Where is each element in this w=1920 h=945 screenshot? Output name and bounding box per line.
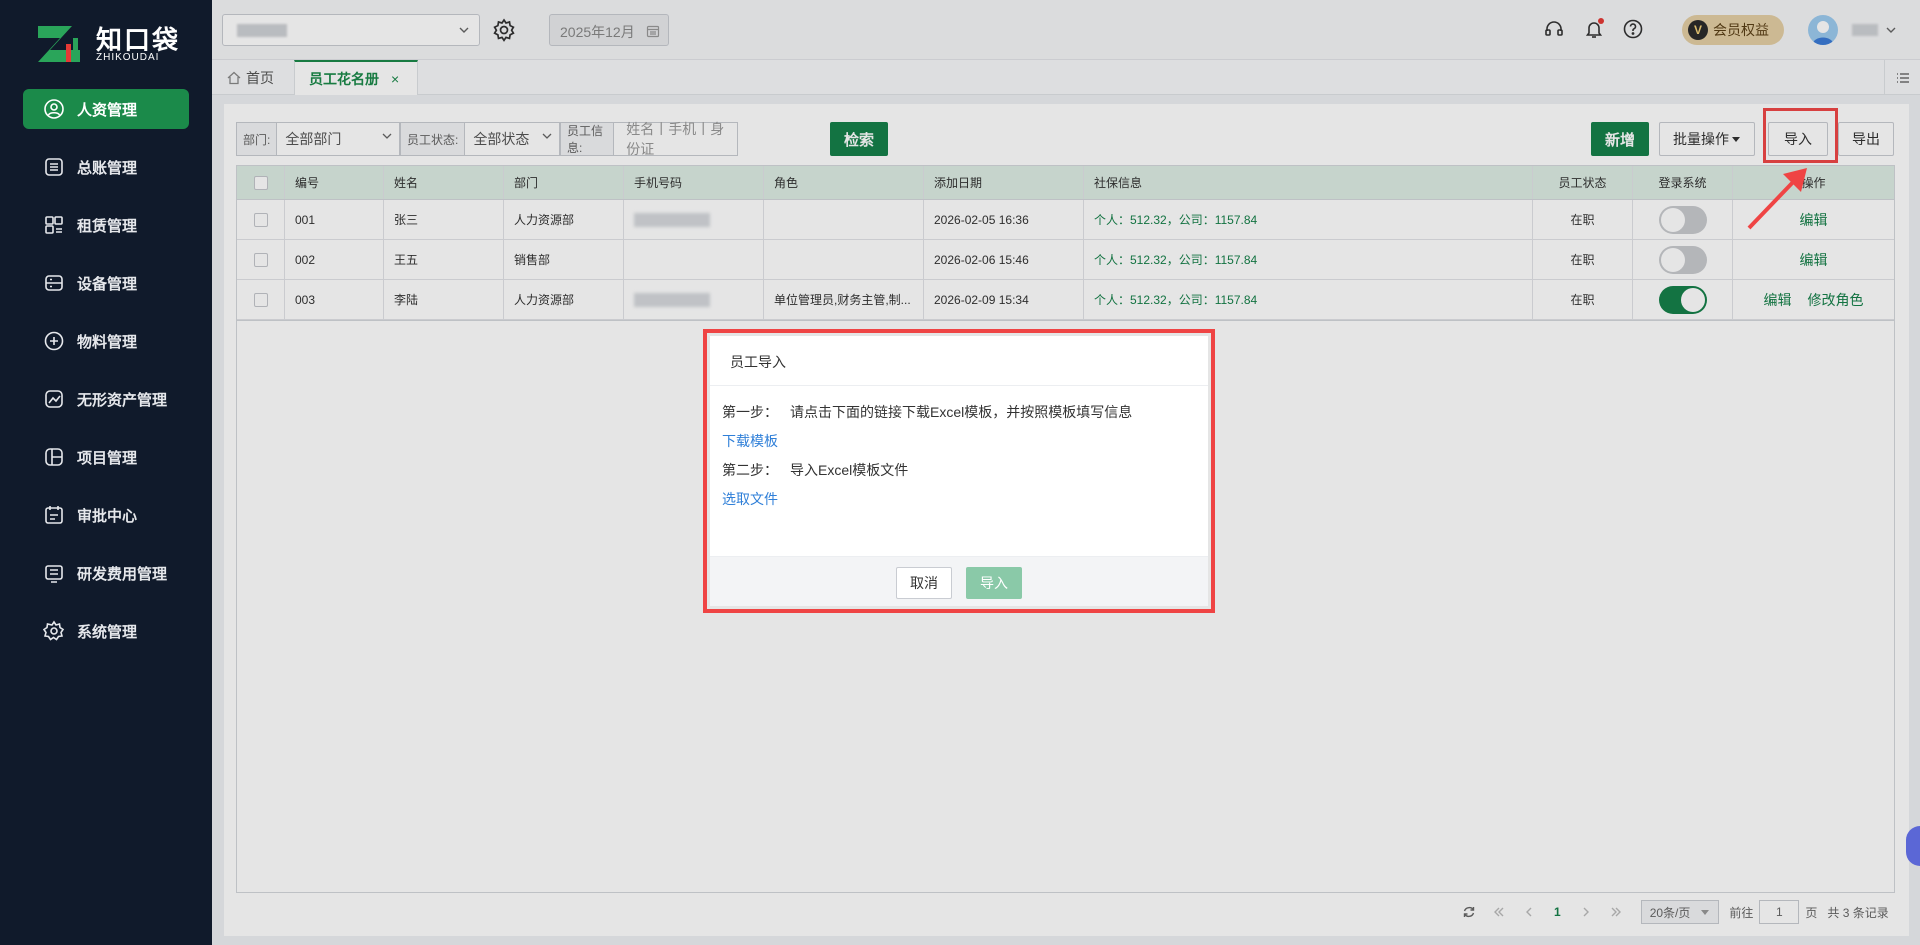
sidebar-item-system[interactable]: 系统管理 — [23, 611, 189, 651]
sidebar-item-label: 总账管理 — [77, 159, 138, 177]
user-circle-icon — [43, 98, 65, 120]
approval-icon — [43, 504, 65, 526]
settings-icon — [43, 620, 65, 642]
cancel-button[interactable]: 取消 — [896, 567, 952, 599]
select-file-link[interactable]: 选取文件 — [722, 489, 1196, 509]
sidebar-nav: 人资管理 总账管理 租赁管理 设备管理 物料管理 无形资产管理 项目管理 审批中… — [0, 89, 212, 669]
sidebar-item-hr[interactable]: 人资管理 — [23, 89, 189, 129]
step-one: 第一步： 请点击下面的链接下载Excel模板，并按照模板填写信息 — [722, 402, 1196, 422]
step-two: 第二步： 导入Excel模板文件 — [722, 460, 1196, 480]
sidebar-item-lease[interactable]: 租赁管理 — [23, 205, 189, 245]
sidebar: 知口袋 ZHIKOUDAI 人资管理 总账管理 租赁管理 设备管理 物料管理 无… — [0, 0, 212, 945]
step-one-label: 第一步： — [722, 404, 778, 420]
brand-logo[interactable]: 知口袋 ZHIKOUDAI — [36, 20, 196, 66]
step-one-text: 请点击下面的链接下载Excel模板，并按照模板填写信息 — [790, 404, 1133, 420]
ledger-icon — [43, 156, 65, 178]
material-icon — [43, 330, 65, 352]
sidebar-item-label: 项目管理 — [77, 449, 138, 467]
rd-expense-icon — [43, 562, 65, 584]
sidebar-item-device[interactable]: 设备管理 — [23, 263, 189, 303]
confirm-import-button[interactable]: 导入 — [966, 567, 1022, 599]
annotation-arrow-icon — [1747, 168, 1807, 230]
sidebar-item-approval[interactable]: 审批中心 — [23, 495, 189, 535]
dialog-body: 第一步： 请点击下面的链接下载Excel模板，并按照模板填写信息 下载模板 第二步… — [710, 386, 1208, 534]
sidebar-item-label: 物料管理 — [77, 333, 138, 351]
project-icon — [43, 446, 65, 468]
employee-import-dialog: 员工导入 第一步： 请点击下面的链接下载Excel模板，并按照模板填写信息 下载模… — [710, 336, 1208, 606]
sidebar-item-project[interactable]: 项目管理 — [23, 437, 189, 477]
dialog-footer: 取消 导入 — [710, 556, 1208, 606]
sidebar-item-ledger[interactable]: 总账管理 — [23, 147, 189, 187]
download-template-link[interactable]: 下载模板 — [722, 431, 1196, 451]
sidebar-item-rd-expense[interactable]: 研发费用管理 — [23, 553, 189, 593]
sidebar-item-label: 审批中心 — [77, 507, 138, 525]
sidebar-item-label: 人资管理 — [77, 101, 138, 119]
intangible-asset-icon — [43, 388, 65, 410]
dialog-title: 员工导入 — [710, 336, 1208, 386]
device-icon — [43, 272, 65, 294]
step-two-label: 第二步： — [722, 462, 778, 478]
sidebar-item-material[interactable]: 物料管理 — [23, 321, 189, 361]
sidebar-item-label: 系统管理 — [77, 623, 138, 641]
lease-icon — [43, 214, 65, 236]
sidebar-item-label: 设备管理 — [77, 275, 138, 293]
logo-mark-icon — [38, 26, 80, 62]
sidebar-item-label: 无形资产管理 — [77, 391, 168, 409]
sidebar-item-label: 研发费用管理 — [77, 565, 168, 583]
brand-subtitle: ZHIKOUDAI — [96, 52, 160, 63]
sidebar-item-intangible[interactable]: 无形资产管理 — [23, 379, 189, 419]
step-two-text: 导入Excel模板文件 — [790, 462, 909, 478]
sidebar-item-label: 租赁管理 — [77, 217, 138, 235]
chat-float-button[interactable] — [1906, 826, 1920, 866]
